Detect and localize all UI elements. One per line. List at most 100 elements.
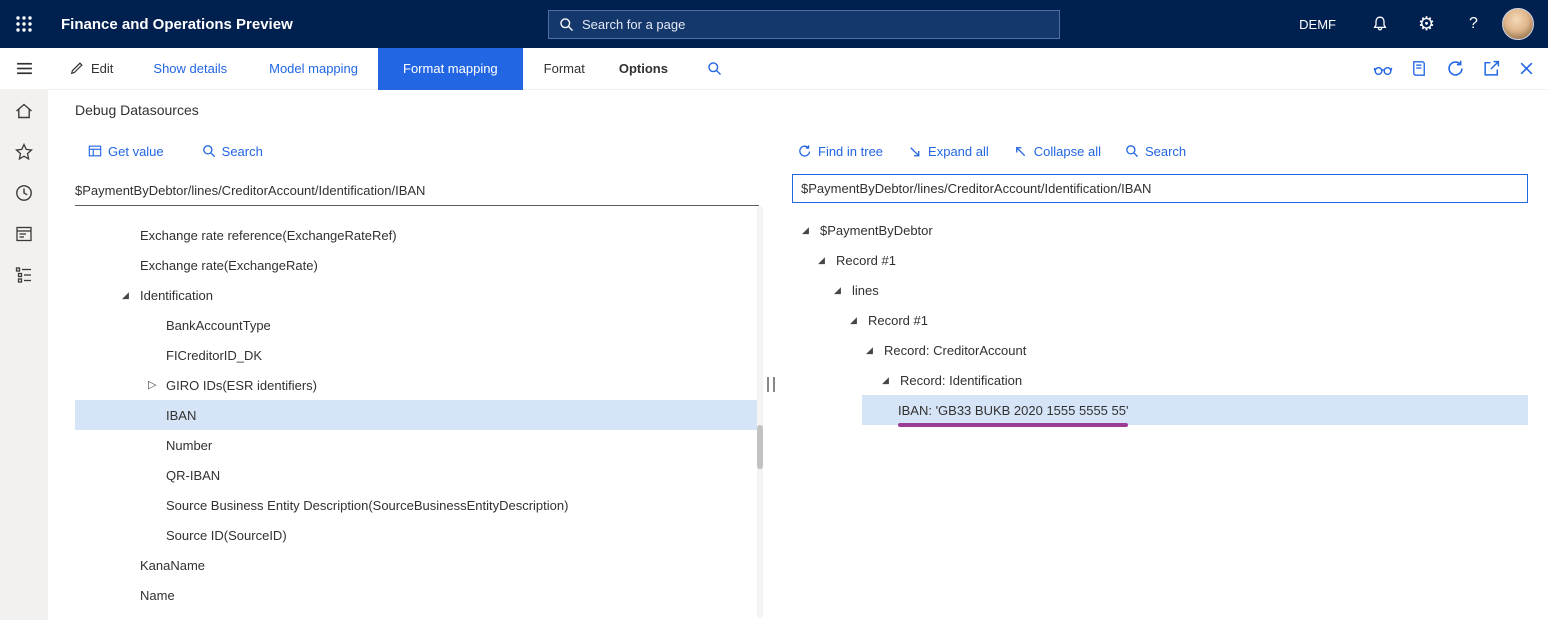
help-button[interactable]: ? [1450, 0, 1497, 48]
main-content: Debug Datasources Get value Search [48, 90, 1548, 620]
tree-node[interactable]: Number [75, 430, 759, 460]
right-search-button[interactable]: Search [1125, 144, 1186, 159]
tree-node[interactable]: BankAccountType [75, 310, 759, 340]
rail-home-button[interactable] [0, 90, 48, 131]
show-details-button[interactable]: Show details [153, 61, 227, 76]
datasource-path-input[interactable] [792, 174, 1528, 203]
tree-node[interactable]: KanaName [75, 550, 759, 580]
navigation-pane-toggle[interactable] [0, 59, 48, 78]
rail-recent-button[interactable] [0, 172, 48, 213]
tab-format-mapping[interactable]: Format mapping [378, 48, 523, 90]
search-icon [559, 17, 574, 32]
top-navigation-bar: Finance and Operations Preview DEMF ⚙ ? [0, 0, 1548, 48]
open-in-new-window-button[interactable] [1482, 59, 1501, 78]
search-icon [1125, 144, 1139, 158]
tree-node[interactable]: Name [75, 580, 759, 610]
expand-all-icon [907, 144, 922, 159]
selected-field-path: $PaymentByDebtor/lines/CreditorAccount/I… [75, 176, 759, 206]
model-mapping-button[interactable]: Model mapping [269, 61, 358, 76]
search-icon [202, 144, 216, 158]
settings-button[interactable]: ⚙ [1403, 0, 1450, 48]
find-in-tree-button[interactable]: Find in tree [797, 144, 883, 159]
tree-node[interactable]: ◢ Record #1 [792, 245, 1528, 275]
tree-node[interactable]: IBAN [75, 400, 759, 430]
tree-node[interactable]: Source ID(SourceID) [75, 520, 759, 550]
page-search-box[interactable] [548, 10, 1060, 39]
expand-all-button[interactable]: Expand all [907, 144, 989, 159]
datasource-values-panel: Find in tree Expand all Collapse all [792, 140, 1528, 620]
personalization-button[interactable] [1373, 59, 1393, 79]
notifications-button[interactable] [1356, 0, 1403, 48]
collapse-all-label: Collapse all [1034, 144, 1101, 159]
refresh-icon [1446, 59, 1465, 78]
debug-datasources-panels: Get value Search $PaymentByDebtor/lines/… [75, 140, 1548, 620]
tree-node[interactable]: ◢ Identification [75, 280, 759, 310]
avatar[interactable] [1502, 8, 1534, 40]
module-icon [14, 224, 34, 244]
tree-node[interactable]: Exchange rate(ExchangeRate) [75, 250, 759, 280]
panel-splitter-grip[interactable] [767, 377, 775, 392]
tree-toggle-icon[interactable]: ◢ [882, 376, 900, 385]
left-search-button[interactable]: Search [202, 144, 263, 159]
left-tree-scrollbar-thumb[interactable] [757, 425, 763, 469]
tree-toggle-icon[interactable]: ◢ [866, 346, 884, 355]
clock-icon [14, 183, 34, 203]
tree-toggle-icon[interactable]: ▷ [148, 380, 166, 391]
page-search-input[interactable] [582, 17, 1049, 32]
rail-module-button[interactable] [0, 213, 48, 254]
action-pane: Edit Show details Model mapping Format m… [0, 48, 1548, 90]
tree-node[interactable]: ◢ Record: Identification [792, 365, 1528, 395]
left-tree-scrollbar[interactable] [757, 206, 763, 618]
glasses-icon [1373, 59, 1393, 79]
tree-node-label: lines [852, 283, 879, 298]
tree-node[interactable]: ◢ $PaymentByDebtor [792, 215, 1528, 245]
tree-node[interactable]: ◢ lines [792, 275, 1528, 305]
get-value-icon [88, 144, 102, 158]
rail-favorites-button[interactable] [0, 131, 48, 172]
tab-format[interactable]: Format [544, 61, 585, 76]
tree-toggle-icon[interactable]: ◢ [818, 256, 836, 265]
collapse-all-button[interactable]: Collapse all [1013, 144, 1101, 159]
edit-button[interactable]: Edit [69, 61, 113, 76]
close-button[interactable] [1518, 60, 1535, 77]
search-icon [707, 61, 722, 76]
hamburger-icon [15, 59, 34, 78]
tree-node[interactable]: QR-IBAN [75, 460, 759, 490]
tree-node-label: Record: Identification [900, 373, 1022, 388]
waffle-menu-button[interactable] [0, 0, 48, 48]
tree-node-label: Exchange rate reference(ExchangeRateRef) [140, 228, 397, 243]
tree-toggle-icon[interactable]: ◢ [802, 226, 820, 235]
tree-node[interactable]: ◢ Record: CreditorAccount [792, 335, 1528, 365]
tree-node[interactable]: Exchange rate reference(ExchangeRateRef) [75, 220, 759, 250]
bell-icon [1371, 15, 1389, 33]
tree-node[interactable]: Source Business Entity Description(Sourc… [75, 490, 759, 520]
show-details-label: Show details [153, 61, 227, 76]
tree-toggle-icon[interactable]: ◢ [834, 286, 852, 295]
tree-node[interactable]: ▷ GIRO IDs(ESR identifiers) [75, 370, 759, 400]
find-in-tree-label: Find in tree [818, 144, 883, 159]
tree-node-label: Name [140, 588, 175, 603]
tree-node-label: $PaymentByDebtor [820, 223, 933, 238]
fields-tree: Exchange rate reference(ExchangeRateRef)… [75, 206, 759, 610]
tree-node-label: Number [166, 438, 212, 453]
rail-hierarchy-button[interactable] [0, 254, 48, 295]
task-guide-button[interactable] [1410, 59, 1429, 78]
expand-all-label: Expand all [928, 144, 989, 159]
left-search-label: Search [222, 144, 263, 159]
app-title: Finance and Operations Preview [61, 16, 293, 33]
tree-node[interactable]: IBAN: 'GB33 BUKB 2020 1555 5555 55' [862, 395, 1528, 425]
help-icon: ? [1469, 15, 1478, 33]
hierarchy-icon [14, 265, 34, 285]
tree-toggle-icon[interactable]: ◢ [122, 291, 140, 300]
tab-options[interactable]: Options [619, 61, 668, 76]
refresh-button[interactable] [1446, 59, 1465, 78]
tree-node[interactable]: FICreditorID_DK [75, 340, 759, 370]
action-search-button[interactable] [707, 61, 722, 76]
tree-node[interactable]: ◢ Record #1 [792, 305, 1528, 335]
tree-node-label: IBAN [166, 408, 196, 423]
company-picker[interactable]: DEMF [1279, 0, 1356, 48]
tree-node-label: Exchange rate(ExchangeRate) [140, 258, 318, 273]
get-value-button[interactable]: Get value [88, 144, 164, 159]
tree-toggle-icon[interactable]: ◢ [850, 316, 868, 325]
tree-node-label: QR-IBAN [166, 468, 220, 483]
